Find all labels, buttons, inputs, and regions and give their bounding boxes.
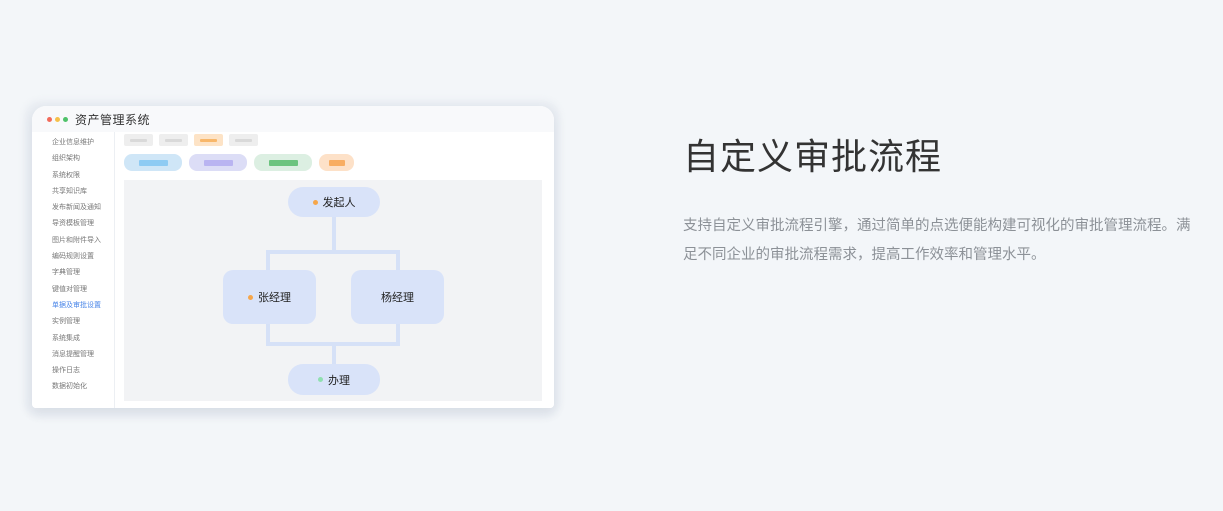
sidebar-item[interactable]: 企业信息维护	[52, 134, 114, 150]
filter-tag[interactable]	[319, 154, 354, 171]
minimize-dot-icon[interactable]	[55, 116, 60, 122]
flow-node-end[interactable]: 办理	[288, 364, 380, 395]
connector-start-stem	[332, 216, 336, 252]
connector-top-bar	[266, 250, 400, 254]
sidebar-item[interactable]: 字典管理	[52, 264, 114, 280]
node-label: 杨经理	[381, 291, 414, 304]
toolbar-chip[interactable]	[229, 134, 258, 146]
filter-tag[interactable]	[254, 154, 312, 171]
filter-tag[interactable]	[124, 154, 182, 171]
connector-left-top	[266, 250, 270, 270]
sidebar-item[interactable]: 发布新闻及通知	[52, 199, 114, 215]
node-status-dot-icon	[312, 199, 318, 205]
sidebar-item[interactable]: 共享知识库	[52, 183, 114, 199]
sidebar-item[interactable]: 图片和附件导入	[52, 232, 114, 248]
flow-canvas: 发起人 张经理 杨经理 办理	[124, 180, 542, 401]
tag-placeholder-bar	[328, 159, 345, 166]
app-title: 资产管理系统	[75, 112, 151, 127]
flow-node-start[interactable]: 发起人	[288, 187, 380, 217]
node-label: 办理	[328, 373, 350, 387]
node-status-dot-icon	[248, 294, 253, 300]
sidebar-item[interactable]: 实例管理	[52, 313, 114, 329]
sidebar-item[interactable]: 组织架构	[52, 150, 114, 166]
sidebar-item[interactable]: 系统集成	[52, 330, 114, 346]
chip-placeholder-bar	[235, 138, 252, 142]
flow-node-branch-1[interactable]: 张经理	[223, 270, 316, 324]
toolbar-chips	[124, 134, 258, 146]
filter-tags	[124, 154, 354, 171]
toolbar-chip[interactable]	[159, 134, 188, 146]
flow-node-branch-2[interactable]: 杨经理	[351, 270, 444, 324]
tag-placeholder-bar	[203, 159, 233, 166]
node-status-dot-icon	[318, 377, 323, 382]
app-window-preview: 资产管理系统 企业信息维护 组织架构 系统权限 共享知识库 发布新闻及通知 导资模板管理图…	[32, 106, 554, 408]
sidebar-item[interactable]: 键值对管理	[52, 281, 114, 297]
sidebar-menu: 企业信息维护 组织架构 系统权限 共享知识库 发布新闻及通知 导资模板管理 图片和附件导入编…	[32, 132, 114, 395]
sidebar-item[interactable]: 编码规则设置	[52, 248, 114, 264]
main-content: 发起人 张经理 杨经理 办理	[116, 132, 554, 408]
sidebar-item[interactable]: 单据及审批设置	[52, 297, 114, 313]
node-label: 张经理	[258, 291, 291, 304]
sidebar-item[interactable]: 消息提醒管理	[52, 346, 114, 362]
feature-title: 自定义审批流程	[683, 137, 943, 178]
close-dot-icon[interactable]	[47, 116, 52, 122]
toolbar-chip[interactable]	[194, 134, 223, 146]
toolbar-chip[interactable]	[124, 134, 153, 146]
node-label: 发起人	[322, 196, 356, 209]
sidebar-item[interactable]: 导资模板管理	[52, 215, 114, 231]
chip-placeholder-bar	[165, 138, 182, 142]
filter-tag[interactable]	[189, 154, 247, 171]
maximize-dot-icon[interactable]	[63, 116, 68, 122]
sidebar-item[interactable]: 系统权限	[52, 167, 114, 183]
sidebar-item[interactable]: 操作日志	[52, 362, 114, 378]
feature-description: 支持自定义审批流程引擎，通过简单的点选便能构建可视化的审批管理流程。满足不同企业…	[683, 218, 1191, 263]
chip-placeholder-bar	[130, 138, 147, 142]
chip-placeholder-bar	[200, 138, 217, 142]
sidebar: 企业信息维护 组织架构 系统权限 共享知识库 发布新闻及通知 导资模板管理 图片和附件导入编…	[32, 132, 115, 408]
tag-placeholder-bar	[268, 159, 298, 166]
tag-placeholder-bar	[138, 159, 168, 166]
sidebar-item[interactable]: 数据初始化	[52, 378, 114, 394]
connector-right-top	[396, 250, 400, 270]
window-titlebar: 资产管理系统	[32, 106, 554, 132]
connector-end-stem	[332, 344, 336, 366]
